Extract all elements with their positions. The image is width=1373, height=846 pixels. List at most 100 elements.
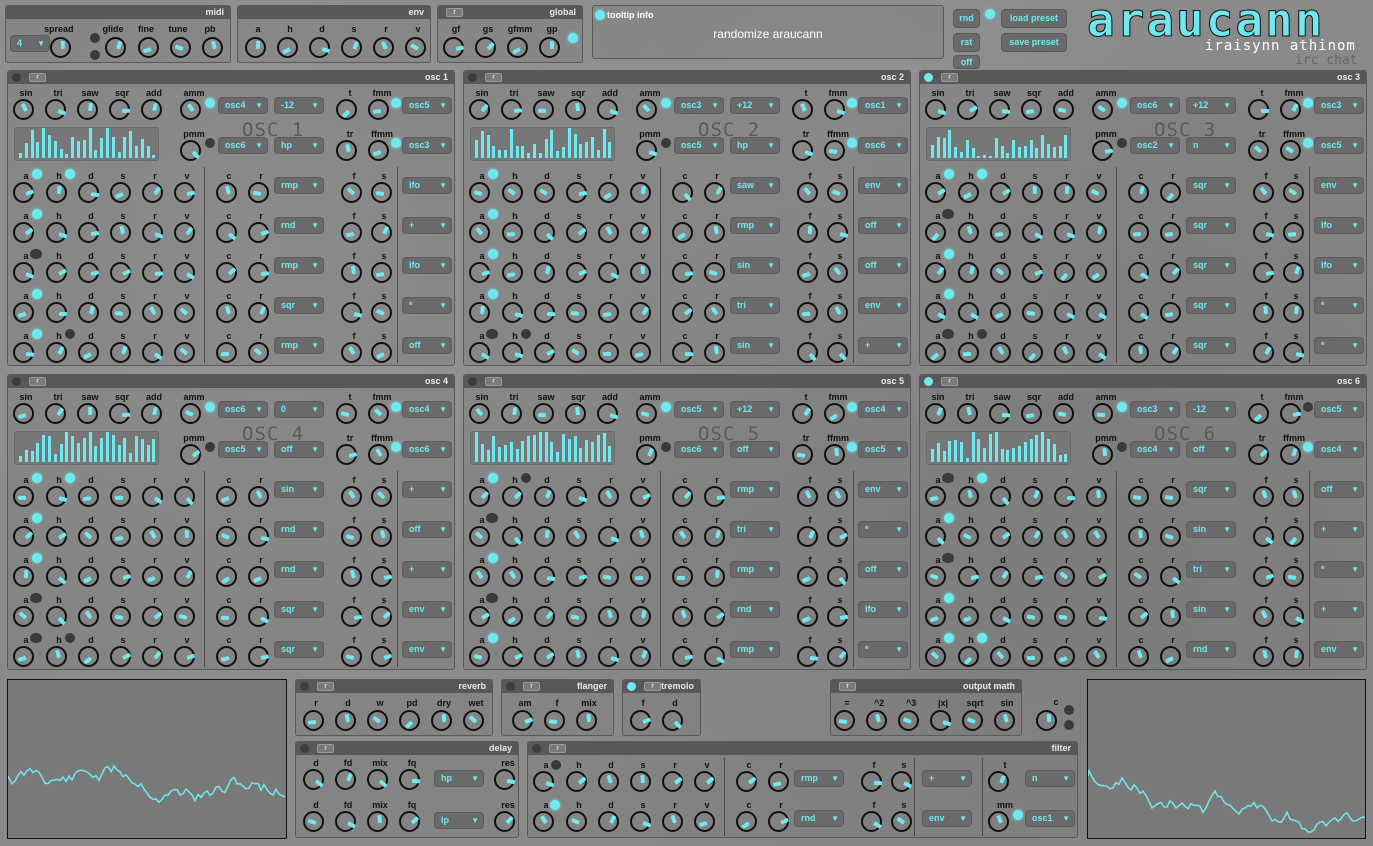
- mod-env-d-knob[interactable]: [534, 302, 555, 323]
- mod-env-s-knob[interactable]: [110, 566, 131, 587]
- mod-env-r-knob[interactable]: [1054, 342, 1075, 363]
- mod-env-v-knob[interactable]: [1086, 342, 1107, 363]
- mod-env-h-knob[interactable]: [46, 606, 67, 627]
- osc-add-knob[interactable]: [597, 403, 618, 424]
- filter-f-knob[interactable]: [861, 811, 882, 832]
- mod-env-r-knob[interactable]: [1054, 606, 1075, 627]
- mod-c-knob[interactable]: [672, 182, 693, 203]
- mod-env-h-knob[interactable]: [502, 182, 523, 203]
- tune-select[interactable]: +12 ▼: [730, 97, 780, 114]
- osc-tri-knob[interactable]: [45, 99, 66, 120]
- amm-source-select[interactable]: osc5 ▼: [674, 401, 724, 418]
- osc-ffmm-knob[interactable]: [368, 140, 389, 161]
- mod-c-knob[interactable]: [216, 646, 237, 667]
- mod-shape-select[interactable]: rmp ▼: [274, 257, 324, 274]
- env-led[interactable]: [32, 513, 42, 523]
- mod-env-s-knob[interactable]: [1022, 302, 1043, 323]
- mod-env-s-knob[interactable]: [1022, 526, 1043, 547]
- env-led-2[interactable]: [65, 329, 75, 339]
- mod-f-knob[interactable]: [797, 302, 818, 323]
- filter-env-r-knob[interactable]: [662, 771, 683, 792]
- mod-env-r-knob[interactable]: [598, 526, 619, 547]
- osc-saw-knob[interactable]: [989, 99, 1010, 120]
- mod-r-knob[interactable]: [1160, 646, 1181, 667]
- osc-t-knob[interactable]: [336, 99, 357, 120]
- env-r-knob[interactable]: [373, 37, 394, 58]
- env-led[interactable]: [488, 473, 498, 483]
- mod-r-knob[interactable]: [704, 182, 725, 203]
- env-led[interactable]: [488, 553, 498, 563]
- mod-env-h-knob[interactable]: [46, 222, 67, 243]
- filter-env-v-knob[interactable]: [694, 811, 715, 832]
- filter-op-select[interactable]: + ▼: [922, 770, 972, 787]
- env-led-2[interactable]: [65, 633, 75, 643]
- mod-s-knob[interactable]: [371, 302, 392, 323]
- osc-sin-knob[interactable]: [13, 99, 34, 120]
- delay-d-knob[interactable]: [303, 811, 324, 832]
- mod-op-select[interactable]: env ▼: [858, 481, 908, 498]
- osc-tr-knob[interactable]: [336, 140, 357, 161]
- mod-r-knob[interactable]: [248, 526, 269, 547]
- filter-env-h-knob[interactable]: [566, 811, 587, 832]
- mod-f-knob[interactable]: [1253, 486, 1274, 507]
- mod-env-s-knob[interactable]: [110, 486, 131, 507]
- ffmm-source-select[interactable]: osc5 ▼: [1314, 137, 1364, 154]
- mod-shape-select[interactable]: sqr ▼: [274, 601, 324, 618]
- mod-env-v-knob[interactable]: [1086, 646, 1107, 667]
- osc-ffmm-knob[interactable]: [824, 444, 845, 465]
- mod-env-s-knob[interactable]: [110, 262, 131, 283]
- mod-env-r-knob[interactable]: [1054, 486, 1075, 507]
- tremolo-panel-randomize-button[interactable]: r: [644, 682, 661, 691]
- flanger-panel-power-led[interactable]: [506, 682, 515, 691]
- env-led-off[interactable]: [942, 553, 952, 563]
- filter-panel-randomize-button[interactable]: r: [549, 744, 566, 753]
- osc-pmm-knob[interactable]: [636, 444, 657, 465]
- flanger-panel-randomize-button[interactable]: r: [523, 682, 540, 691]
- delay-res-knob[interactable]: [494, 769, 515, 790]
- mod-env-a-knob[interactable]: [925, 606, 946, 627]
- filter-type-select[interactable]: hp ▼: [274, 137, 324, 154]
- filter-c-knob[interactable]: [736, 771, 757, 792]
- osc-t-knob[interactable]: [792, 403, 813, 424]
- mod-f-knob[interactable]: [1253, 566, 1274, 587]
- osc-sqr-knob[interactable]: [1021, 99, 1042, 120]
- mod-c-knob[interactable]: [672, 566, 693, 587]
- osc-saw-knob[interactable]: [533, 99, 554, 120]
- mod-f-knob[interactable]: [797, 262, 818, 283]
- mod-shape-select[interactable]: rnd ▼: [274, 521, 324, 538]
- osc-tri-knob[interactable]: [501, 99, 522, 120]
- delay-panel-randomize-button[interactable]: r: [317, 744, 334, 753]
- mod-env-v-knob[interactable]: [1086, 526, 1107, 547]
- mod-r-knob[interactable]: [704, 566, 725, 587]
- osc-t-knob[interactable]: [1248, 99, 1269, 120]
- reverb-panel-randomize-button[interactable]: r: [317, 682, 334, 691]
- osc-add-knob[interactable]: [141, 99, 162, 120]
- delay-filter-type-select[interactable]: lp ▼: [434, 812, 484, 829]
- env-led[interactable]: [944, 513, 954, 523]
- env-led[interactable]: [32, 553, 42, 563]
- ffmm-source-select[interactable]: osc5 ▼: [858, 441, 908, 458]
- osc-sqr-knob[interactable]: [565, 403, 586, 424]
- filter-env-s-knob[interactable]: [630, 771, 651, 792]
- mod-env-d-knob[interactable]: [78, 646, 99, 667]
- mod-env-v-knob[interactable]: [630, 526, 651, 547]
- osc-sqr-knob[interactable]: [109, 99, 130, 120]
- mod-shape-select[interactable]: rmp ▼: [274, 177, 324, 194]
- mod-env-a-knob[interactable]: [13, 566, 34, 587]
- mod-env-a-knob[interactable]: [13, 486, 34, 507]
- filter-env-d-knob[interactable]: [598, 771, 619, 792]
- mod-c-knob[interactable]: [1128, 646, 1149, 667]
- mod-op-select[interactable]: lfo ▼: [1314, 257, 1364, 274]
- mod-s-knob[interactable]: [371, 486, 392, 507]
- mod-env-h-knob[interactable]: [502, 646, 523, 667]
- osc-t-knob[interactable]: [1248, 403, 1269, 424]
- mod-f-knob[interactable]: [341, 606, 362, 627]
- filter-panel-power-led[interactable]: [532, 744, 541, 753]
- osc-saw-knob[interactable]: [77, 403, 98, 424]
- mod-shape-select[interactable]: rnd ▼: [274, 217, 324, 234]
- filter-s-knob[interactable]: [891, 811, 912, 832]
- mod-env-a-knob[interactable]: [469, 342, 490, 363]
- mod-env-v-knob[interactable]: [630, 222, 651, 243]
- reverb-d-knob[interactable]: [335, 710, 356, 731]
- tune-select[interactable]: +12 ▼: [730, 401, 780, 418]
